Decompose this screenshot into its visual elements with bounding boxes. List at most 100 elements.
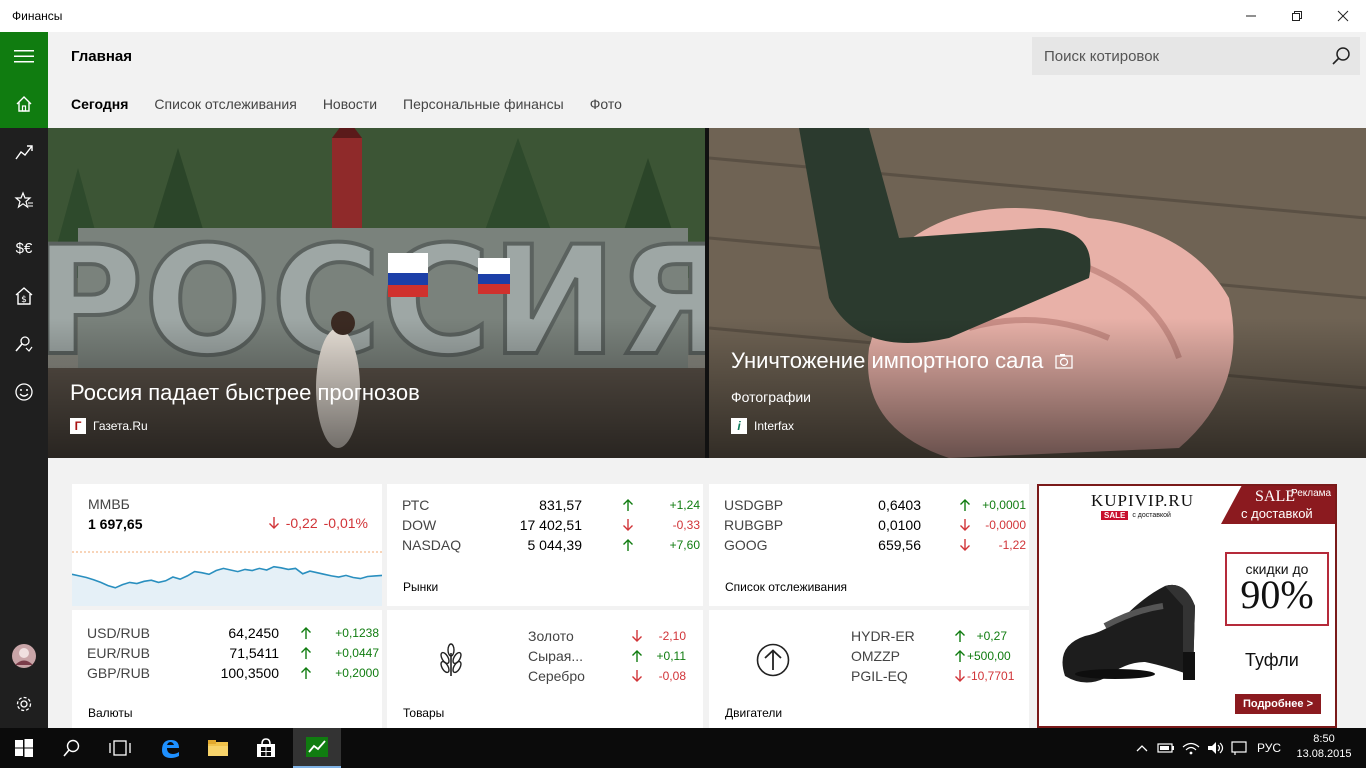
- quote-name: PGIL-EQ: [851, 668, 908, 684]
- hero-shade: [709, 318, 1366, 458]
- finance-app-icon: [306, 737, 328, 757]
- quote-change: +0,27: [976, 629, 1007, 643]
- store-icon: [257, 738, 275, 757]
- minimize-button[interactable]: [1228, 0, 1274, 32]
- markets-card[interactable]: РТС 831,57 +1,24 DOW 17 402,51 -0,33 NASDAQ 5 0…: [387, 484, 703, 606]
- index-card-mmvb[interactable]: ММВБ 1 697,65 -0,22 -0,01%: [72, 484, 382, 606]
- tray-network[interactable]: [1180, 728, 1202, 768]
- feedback-icon: [15, 383, 33, 401]
- hero-right-title: Уничтожение импортного сала: [731, 348, 1044, 373]
- quote-name: USDGBP: [724, 497, 784, 513]
- hero-right-source[interactable]: i Interfax: [731, 418, 794, 434]
- volume-icon: [1208, 742, 1224, 754]
- tab-bar: Сегодня Список отслеживания Новости Перс…: [71, 96, 622, 112]
- sidebar-item-watchlist[interactable]: [0, 176, 48, 224]
- watchlist-card[interactable]: USDGBP 0,6403 +0,0001 RUBGBP 0,0100 -0,0000 GO…: [709, 484, 1029, 606]
- mmvb-value: 1 697,65: [88, 516, 143, 532]
- tab-photos[interactable]: Фото: [590, 96, 622, 112]
- user-avatar: [12, 644, 36, 668]
- finance-app-window: Финансы $€ $ Главная Поиск котировок Сег…: [0, 0, 1366, 768]
- hamburger-button[interactable]: [0, 32, 48, 80]
- home-icon: [16, 96, 32, 112]
- tab-watchlist[interactable]: Список отслеживания: [154, 96, 296, 112]
- tray-overflow-button[interactable]: [1132, 728, 1152, 768]
- ratings-icon: [15, 336, 33, 352]
- quote-value: 64,2450: [228, 625, 279, 641]
- movers-card-label: Двигатели: [725, 706, 783, 720]
- commodities-card[interactable]: Золото -2,10 Сырая... +0,11 Серебро -0,08 Тов…: [387, 610, 703, 728]
- markets-card-label: Рынки: [403, 580, 439, 594]
- quote-value: 5 044,39: [527, 537, 583, 553]
- sidebar-item-mortgage[interactable]: $: [0, 272, 48, 320]
- quote-value: 831,57: [539, 497, 582, 513]
- advertisement[interactable]: KUPIVIP.RU SALE с доставкой SALE с доста…: [1037, 484, 1337, 728]
- arrow-up-icon: [955, 630, 965, 642]
- taskbar-finance-app[interactable]: [293, 728, 341, 768]
- task-view-button[interactable]: [96, 728, 144, 768]
- currencies-card[interactable]: USD/RUB 64,2450 +0,1238 EUR/RUB 71,5411 +0,04…: [72, 610, 382, 728]
- hero-news-card-right[interactable]: Уничтожение импортного сала Фотографии i…: [709, 128, 1366, 458]
- up-circle-icon: [756, 643, 790, 677]
- hero-left-source[interactable]: Г Газета.Ru: [70, 418, 148, 434]
- arrow-up-icon: [955, 650, 965, 662]
- currencies-card-label: Валюты: [88, 706, 133, 720]
- sidebar-user-account[interactable]: [0, 632, 48, 680]
- quote-name: GOOG: [724, 537, 768, 553]
- sidebar-item-ratings[interactable]: [0, 320, 48, 368]
- search-input[interactable]: [1032, 37, 1322, 75]
- arrow-up-icon: [623, 539, 633, 551]
- quote-change: +500,00: [967, 649, 1011, 663]
- hero-left-title[interactable]: Россия падает быстрее прогнозов: [70, 380, 420, 406]
- maximize-button[interactable]: [1274, 0, 1320, 32]
- restore-icon: [1292, 11, 1302, 21]
- ad-cta-button[interactable]: Подробнее >: [1235, 694, 1321, 714]
- quote-change: -2,10: [658, 629, 686, 643]
- taskbar-search-button[interactable]: [48, 728, 96, 768]
- svg-text:$: $: [21, 295, 27, 305]
- quote-name: Серебро: [528, 668, 585, 684]
- tray-power[interactable]: [1155, 728, 1177, 768]
- start-button[interactable]: [0, 728, 48, 768]
- ad-brand-tag: SALE: [1101, 511, 1129, 520]
- sidebar-item-feedback[interactable]: [0, 368, 48, 416]
- movers-card[interactable]: HYDR-ER +0,27 OMZZP +500,00 PGIL-EQ -10,7701 …: [709, 610, 1029, 728]
- tab-news[interactable]: Новости: [323, 96, 377, 112]
- ad-label: Реклама: [1291, 488, 1332, 499]
- arrow-down-icon: [632, 670, 642, 682]
- tray-volume[interactable]: [1205, 728, 1227, 768]
- tray-clock[interactable]: 8:50 13.08.2015: [1292, 732, 1356, 762]
- hero-news-card-left[interactable]: РОССИЯ Россия падает быстрее прогнозов Г…: [48, 128, 705, 458]
- ad-brand-tag-group: SALE с доставкой: [1101, 511, 1171, 520]
- folder-icon: [208, 740, 228, 756]
- taskbar-explorer[interactable]: [194, 728, 242, 768]
- search-button[interactable]: [1322, 37, 1360, 75]
- tab-personal-finance[interactable]: Персональные финансы: [403, 96, 564, 112]
- tray-language[interactable]: РУС: [1251, 728, 1287, 768]
- taskbar-edge[interactable]: [146, 728, 194, 768]
- arrow-up-icon: [632, 650, 642, 662]
- page-title: Главная: [71, 48, 133, 65]
- quote-change: +0,0447: [335, 646, 379, 660]
- quote-change: +0,11: [656, 649, 686, 663]
- message-icon: [1231, 741, 1247, 755]
- arrow-down-icon: [955, 670, 965, 682]
- quote-change: -0,0000: [985, 518, 1026, 532]
- sidebar-item-currencies[interactable]: $€: [0, 224, 48, 272]
- ad-header: KUPIVIP.RU SALE с доставкой SALE с доста…: [1039, 486, 1335, 524]
- quote-change: -1,22: [998, 538, 1026, 552]
- quote-change: +0,0001: [982, 498, 1026, 512]
- sidebar-item-home[interactable]: [0, 80, 48, 128]
- tab-today[interactable]: Сегодня: [71, 96, 128, 112]
- mmvb-change: -0,22: [285, 515, 318, 531]
- sidebar-item-settings[interactable]: [0, 680, 48, 728]
- mmvb-sparkline: [72, 551, 382, 606]
- quote-value: 0,0100: [878, 517, 921, 533]
- close-button[interactable]: [1320, 0, 1366, 32]
- hero-right-title-row[interactable]: Уничтожение импортного сала: [731, 348, 1074, 374]
- arrow-down-icon: [960, 519, 970, 531]
- tray-notifications[interactable]: [1229, 728, 1249, 768]
- close-icon: [1337, 10, 1349, 22]
- taskbar-store[interactable]: [242, 728, 290, 768]
- sidebar-item-markets[interactable]: [0, 128, 48, 176]
- mmvb-change-group: -0,22 -0,01%: [268, 515, 368, 531]
